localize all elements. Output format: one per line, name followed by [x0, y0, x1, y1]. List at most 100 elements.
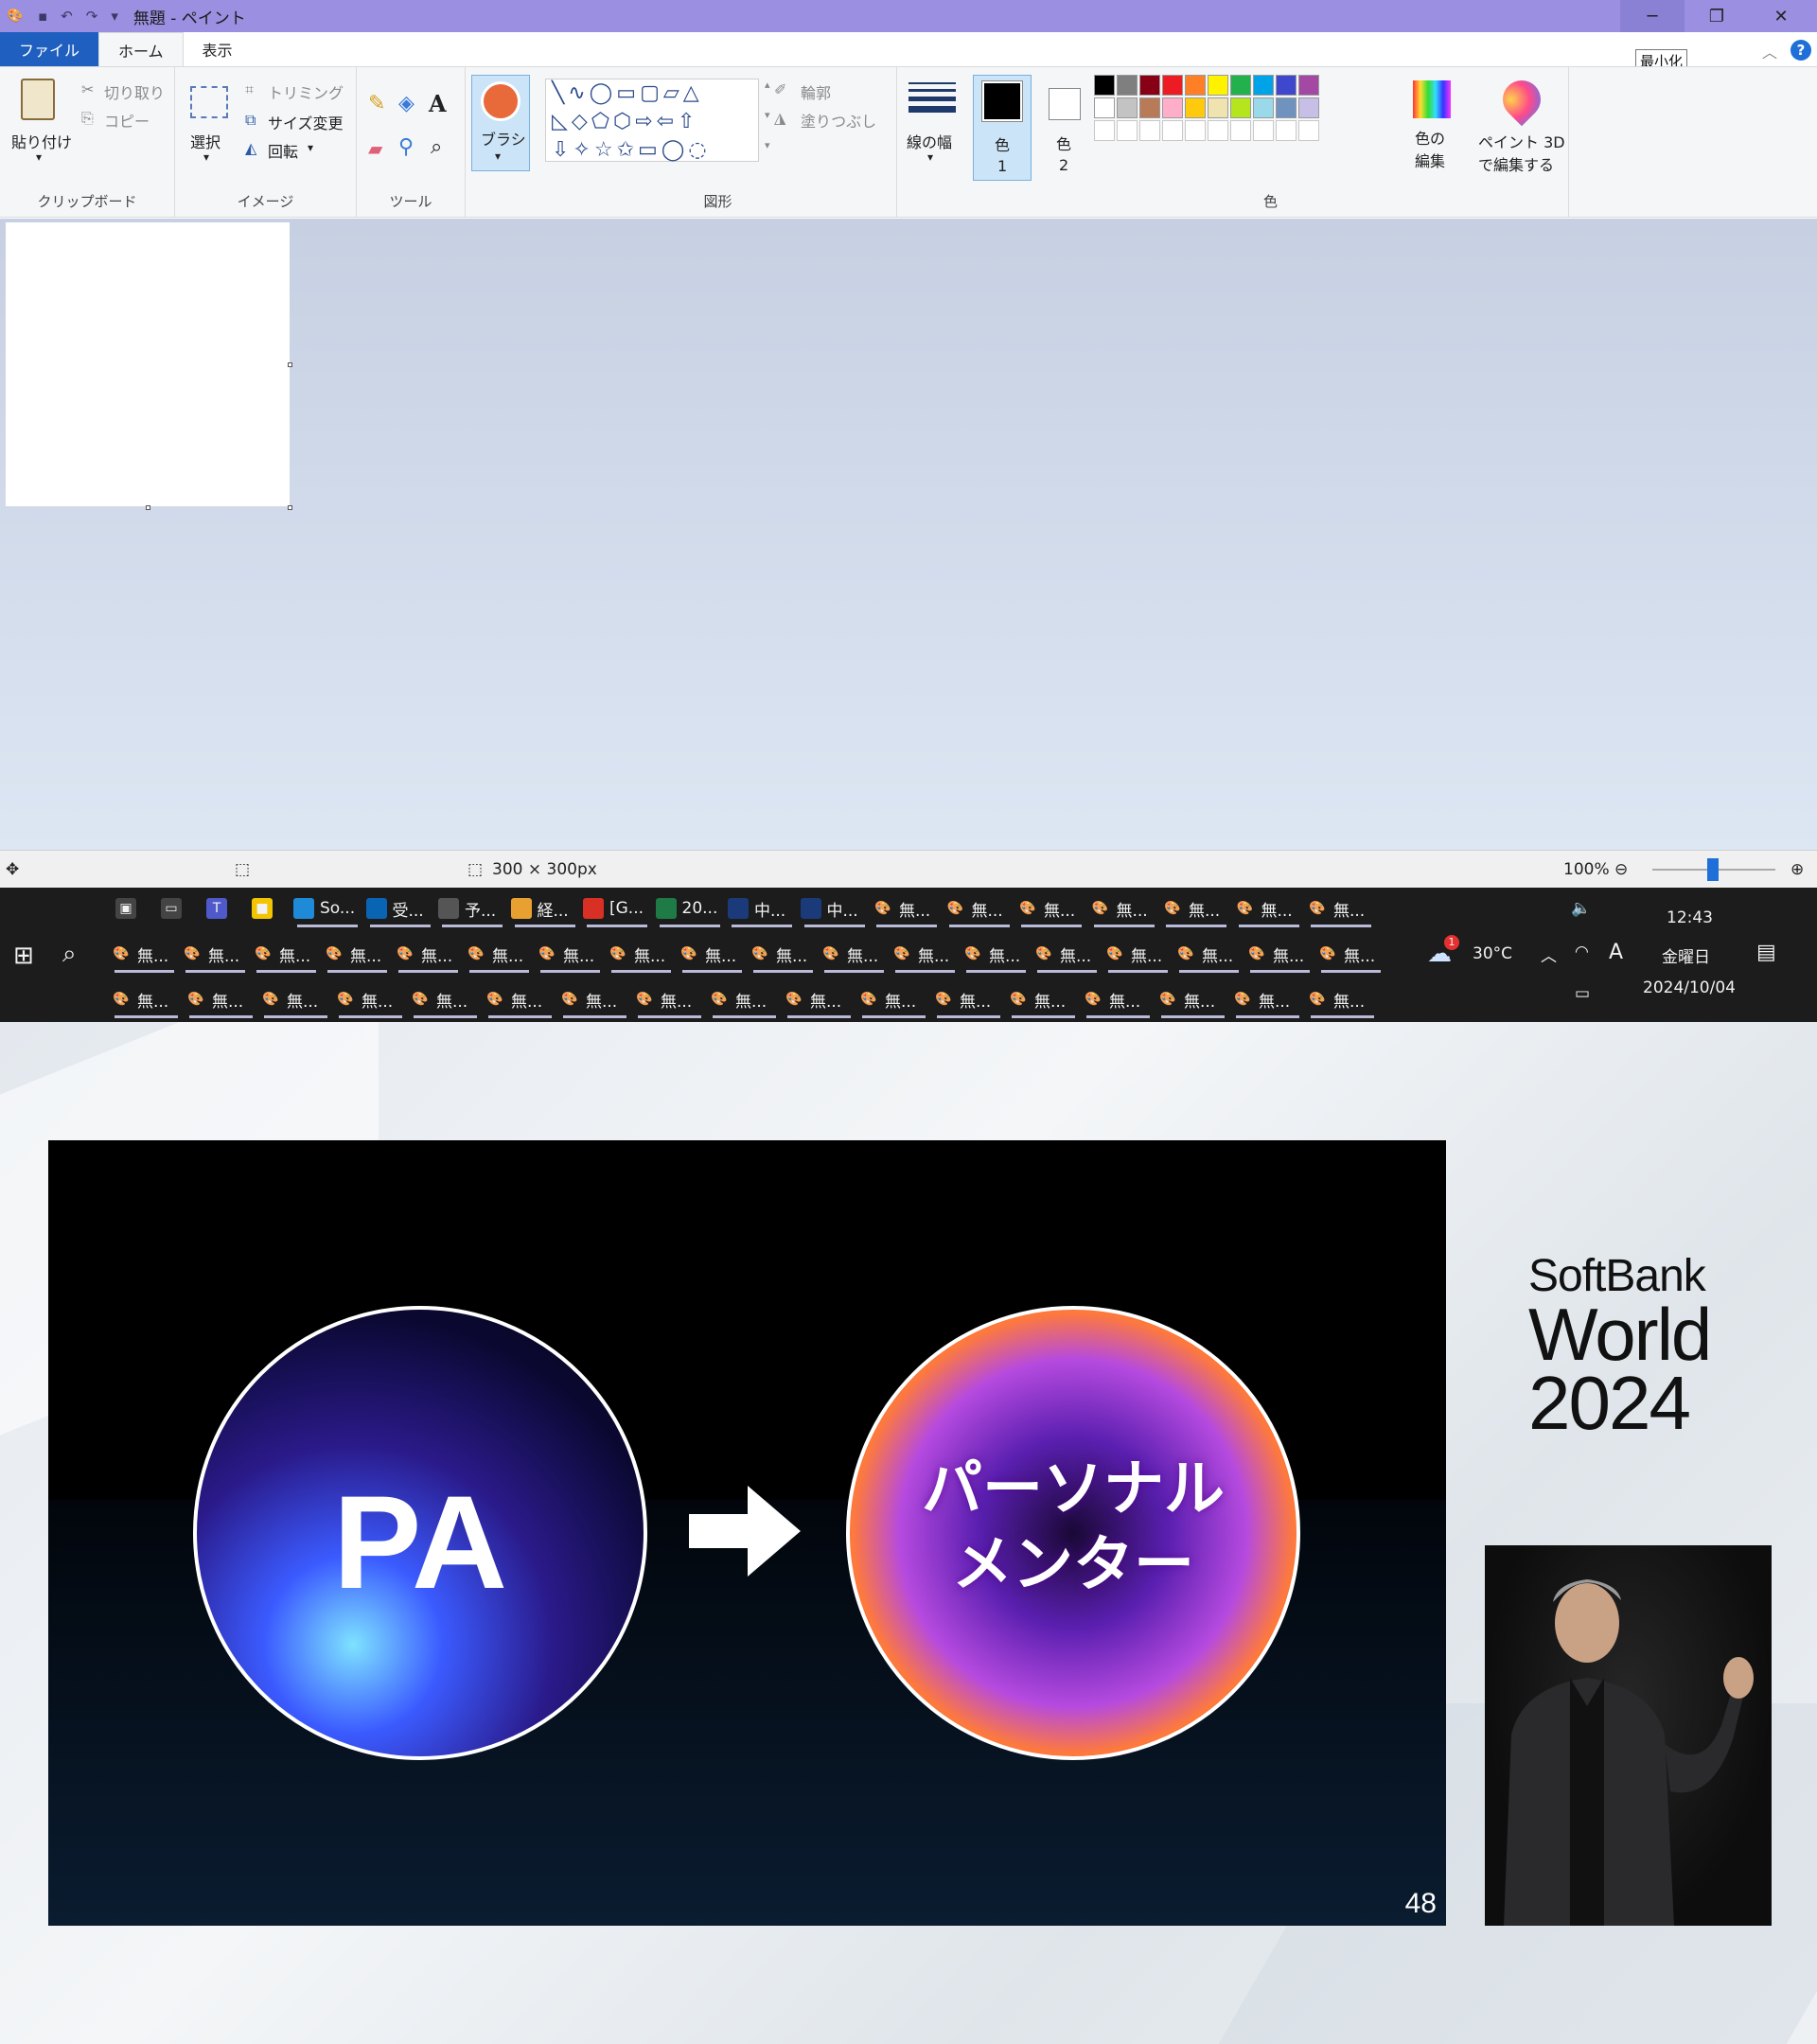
- paint-task-button[interactable]: 🎨 無...: [1162, 888, 1230, 929]
- palette-color[interactable]: [1094, 75, 1115, 96]
- notifications-icon[interactable]: ▤: [1756, 941, 1776, 964]
- sticky-notes-icon[interactable]: ■: [252, 888, 278, 929]
- explorer-icon[interactable]: ▭: [161, 888, 187, 929]
- resize-button[interactable]: サイズ変更: [268, 111, 344, 133]
- paint-task-button[interactable]: 🎨 無...: [634, 978, 705, 1020]
- collapse-ribbon-icon[interactable]: ︿: [1762, 40, 1777, 62]
- restore-button[interactable]: ❐: [1685, 0, 1749, 32]
- help-icon[interactable]: ?: [1791, 40, 1811, 61]
- paint-task-button[interactable]: 🎨 無...: [111, 978, 182, 1020]
- outlook-task-button[interactable]: 受...: [365, 888, 434, 929]
- crop-button[interactable]: トリミング: [268, 80, 344, 103]
- custom-color-slot[interactable]: [1117, 120, 1138, 141]
- palette-color[interactable]: [1298, 97, 1319, 118]
- color2-button[interactable]: 色 2: [1037, 75, 1092, 181]
- tab-view[interactable]: 表示: [184, 32, 252, 66]
- app-task-button[interactable]: 中...: [800, 888, 869, 929]
- custom-color-slot[interactable]: [1208, 120, 1228, 141]
- palette-color[interactable]: [1094, 97, 1115, 118]
- paint-task-button[interactable]: 🎨 無...: [891, 933, 959, 975]
- paint-task-button[interactable]: 🎨 無...: [1090, 888, 1158, 929]
- search-icon[interactable]: ⌕: [62, 940, 77, 969]
- show-hidden-icons[interactable]: ︿: [1541, 943, 1557, 966]
- line-width-button[interactable]: 線の幅: [907, 130, 952, 152]
- copy-button[interactable]: コピー: [104, 109, 150, 132]
- brushes-button[interactable]: ブラシ ▾: [471, 75, 530, 171]
- drawing-canvas[interactable]: [6, 222, 290, 506]
- palette-color[interactable]: [1117, 75, 1138, 96]
- paint-task-button[interactable]: 🎨 無...: [253, 933, 320, 975]
- paint-task-button[interactable]: 🎨 無...: [410, 978, 481, 1020]
- paste-dropdown-icon[interactable]: ▾: [36, 150, 42, 164]
- paint-task-button[interactable]: 🎨 無...: [485, 978, 556, 1020]
- paint-task-button[interactable]: 🎨 無...: [335, 978, 406, 1020]
- palette-color[interactable]: [1139, 75, 1160, 96]
- fill-shape-button[interactable]: 塗りつぶし: [801, 109, 876, 132]
- paint-task-button[interactable]: 🎨 無...: [679, 933, 746, 975]
- palette-color[interactable]: [1162, 75, 1183, 96]
- shapes-more-icon[interactable]: ▾: [765, 139, 770, 151]
- paint-task-button[interactable]: 🎨 無...: [1307, 888, 1375, 929]
- shapes-gallery[interactable]: ╲∿◯▭▢▱△ ◺◇⬠⬡⇨⇦⇧ ⇩✧☆✩▭◯◌: [545, 79, 759, 162]
- battery-icon[interactable]: ▭: [1575, 984, 1590, 1003]
- custom-color-slot[interactable]: [1185, 120, 1206, 141]
- resize-handle-bottom[interactable]: [146, 505, 150, 510]
- paint-task-button[interactable]: 🎨 無...: [111, 933, 178, 975]
- undo-icon[interactable]: ↶: [61, 8, 73, 25]
- paint-task-button[interactable]: 🎨 無...: [185, 978, 256, 1020]
- edit-colors-line2[interactable]: 編集: [1415, 149, 1445, 171]
- paint-task-button[interactable]: 🎨 無...: [962, 933, 1030, 975]
- ime-indicator[interactable]: A: [1609, 941, 1623, 964]
- calendar-task-button[interactable]: 予...: [438, 888, 506, 929]
- palette-color[interactable]: [1298, 75, 1319, 96]
- zoom-in-icon[interactable]: ⊕: [1791, 860, 1804, 879]
- palette-color[interactable]: [1276, 75, 1297, 96]
- paint-task-button[interactable]: 🎨 無...: [784, 978, 855, 1020]
- palette-color[interactable]: [1230, 75, 1251, 96]
- paint-task-button[interactable]: 🎨 無...: [1157, 978, 1228, 1020]
- start-icon[interactable]: ⊞: [13, 942, 34, 970]
- text-tool-icon[interactable]: A: [429, 90, 447, 117]
- zoom-slider-thumb[interactable]: [1707, 858, 1719, 881]
- palette-color[interactable]: [1208, 75, 1228, 96]
- shapes-scroll-down-icon[interactable]: ▾: [765, 109, 770, 121]
- paint-task-button[interactable]: 🎨 無...: [1307, 978, 1378, 1020]
- clock-time[interactable]: 12:43: [1667, 908, 1713, 927]
- edit-colors-icon[interactable]: [1413, 80, 1451, 118]
- save-icon[interactable]: ▪: [38, 8, 47, 25]
- paint-task-button[interactable]: 🎨 無...: [466, 933, 533, 975]
- select-icon[interactable]: [190, 86, 228, 118]
- custom-color-slot[interactable]: [1162, 120, 1183, 141]
- line-width-dropdown-icon[interactable]: ▾: [927, 150, 933, 164]
- custom-color-slot[interactable]: [1276, 120, 1297, 141]
- select-button[interactable]: 選択: [190, 130, 221, 152]
- custom-color-slot[interactable]: [1230, 120, 1251, 141]
- tab-home[interactable]: ホーム: [98, 32, 184, 66]
- resize-handle-right[interactable]: [288, 362, 292, 367]
- paint-task-button[interactable]: 🎨 無...: [820, 933, 888, 975]
- paint-task-button[interactable]: 🎨 無...: [559, 978, 630, 1020]
- paint-task-button[interactable]: 🎨 無...: [1083, 978, 1154, 1020]
- outline-button[interactable]: 輪郭: [801, 80, 831, 103]
- paint-task-button[interactable]: 🎨 無...: [260, 978, 331, 1020]
- shapes-scroll-up-icon[interactable]: ▴: [765, 79, 770, 91]
- redo-icon[interactable]: ↷: [86, 8, 98, 25]
- paint-task-button[interactable]: 🎨 無...: [873, 888, 941, 929]
- paint-task-button[interactable]: 🎨 無...: [709, 978, 780, 1020]
- custom-color-slot[interactable]: [1094, 120, 1115, 141]
- zoom-out-icon[interactable]: ⊖: [1614, 860, 1628, 879]
- wifi-icon[interactable]: ◠: [1575, 943, 1589, 961]
- palette-color[interactable]: [1253, 75, 1274, 96]
- palette-color[interactable]: [1117, 97, 1138, 118]
- custom-color-slot[interactable]: [1139, 120, 1160, 141]
- paint-task-button[interactable]: 🎨 無...: [1232, 978, 1303, 1020]
- paint-task-button[interactable]: 🎨 無...: [1175, 933, 1243, 975]
- paint-task-button[interactable]: 🎨 無...: [1235, 888, 1303, 929]
- customize-quick-access-icon[interactable]: ▾: [111, 8, 118, 25]
- paint-task-button[interactable]: 🎨 無...: [182, 933, 249, 975]
- rotate-dropdown-icon[interactable]: ▾: [308, 141, 313, 154]
- paint-task-button[interactable]: 🎨 無...: [1017, 888, 1085, 929]
- clock-day[interactable]: 金曜日: [1662, 943, 1710, 967]
- cut-button[interactable]: 切り取り: [104, 80, 165, 103]
- fill-icon[interactable]: ◈: [398, 92, 415, 115]
